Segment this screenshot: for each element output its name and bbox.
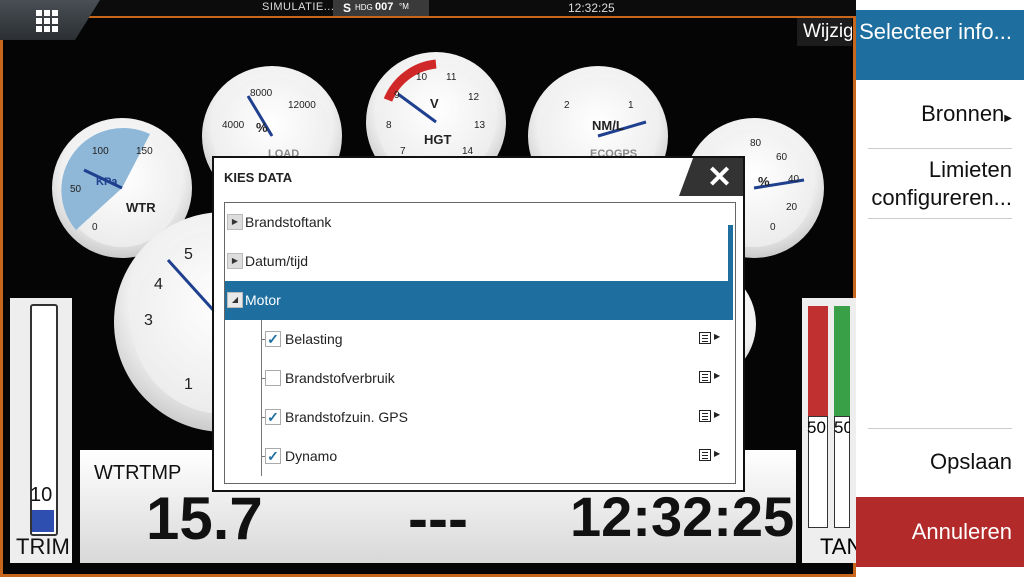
gauge-tick: 5 [184,246,193,263]
gauge-tick: 12000 [288,100,316,111]
gauge-unit: KPa [96,176,118,188]
trim-label: TRIM [16,534,70,559]
chevron-right-icon: ▶ [1004,113,1012,124]
checkbox-unchecked[interactable] [265,370,281,386]
heading-prefix: S [343,1,352,15]
config-icon[interactable] [699,332,711,344]
trim-value: 10 [30,484,53,506]
gauge-label: HGT [424,132,452,147]
gauge-tick: 13 [474,120,486,131]
list-item[interactable]: ▶ Datum/tijd [225,242,733,281]
gauge-tick: 50 [70,184,82,195]
gauge-tick: 100 [92,146,109,157]
expand-icon[interactable]: ▶ [227,214,243,230]
heading-value: 007 [375,1,394,13]
list-item[interactable]: ▶ Brandstoftank [225,203,733,242]
select-data-dialog: KIES DATA ✕ ▶ Brandstoftank ▶ Datum/tijd… [212,156,745,492]
config-icon[interactable] [699,449,711,461]
list-item-label: Datum/tijd [245,253,309,269]
gauge-tick: 80 [750,138,762,149]
config-icon[interactable] [699,371,711,383]
close-icon: ✕ [707,161,733,194]
list-item-label: Brandstoftank [245,214,332,230]
simulation-label: SIMULATIE... [262,1,335,13]
list-item-label: Brandstofzuin. GPS [285,409,408,425]
menu-item-label: Bronnen [921,101,1005,126]
chevron-right-icon: ▶ [714,449,721,458]
tank-value: 50 [807,418,826,437]
dashboard-screen: SIMULATIE... S HDG 007 °M 12:32:25 Wijzi… [0,0,1024,577]
gauge-tick: 150 [136,146,153,157]
close-button[interactable]: ✕ [679,158,743,196]
list-item[interactable]: ✓ Brandstofzuin. GPS ▶ [225,398,733,437]
divider [868,218,1012,219]
grid-icon [36,10,58,32]
tank-bar-green [834,306,850,416]
gauge-tick: 1 [184,376,193,393]
gauge-tick: 8000 [250,88,273,99]
gauge-tick: 60 [776,152,788,163]
gauge-tick: 4000 [222,120,245,131]
list-item-selected[interactable]: ◢ Motor [225,281,733,320]
checkbox-checked[interactable]: ✓ [265,331,281,347]
gauge-tick: 3 [144,312,153,329]
menu-configure-limits[interactable]: Limieten configureren... [868,156,1012,212]
gauge-unit: NM/L [592,118,624,133]
trim-level [32,510,54,532]
gauge-tick: 0 [770,222,776,233]
cancel-button[interactable]: Annuleren [856,497,1024,567]
gauge-tick: 8 [386,120,392,131]
list-item-label: Dynamo [285,448,338,464]
collapse-icon[interactable]: ◢ [227,292,243,308]
gauge-unit: % [758,174,770,189]
expand-icon[interactable]: ▶ [227,253,243,269]
menu-sources[interactable]: Bronnen▶ [868,100,1012,133]
checkbox-checked[interactable]: ✓ [265,448,281,464]
gauge-tick: 10 [416,72,428,83]
time-value: 12:32:25 [570,485,795,548]
clock-display: 12:32:25 [568,1,615,15]
gauge-tick: 1 [628,100,634,111]
gauge-tick: 9 [394,90,400,101]
chevron-right-icon: ▶ [714,332,721,341]
checkbox-checked[interactable]: ✓ [265,409,281,425]
tank-value: 50 [834,418,850,437]
chevron-right-icon: ▶ [714,371,721,380]
list-item-label: Brandstofverbruik [285,370,395,386]
list-item-label: Motor [245,292,281,308]
heading-label: HDG [355,3,373,12]
gauge-tick: 4 [154,276,163,293]
scrollbar[interactable] [728,225,733,315]
dialog-title: KIES DATA [224,170,293,185]
divider [868,148,1012,149]
gauge-tick: 40 [788,174,800,185]
trim-indicator[interactable]: 10 TRIM [10,298,72,563]
gauge-unit: V [430,96,439,111]
gauge-tick: 2 [564,100,570,111]
empty-value: --- [408,485,468,552]
divider [868,428,1012,429]
gauge-tick: 12 [468,92,480,103]
tank-bar-red [808,306,828,416]
list-item[interactable]: ✓ Dynamo ▶ [225,437,733,476]
list-item[interactable]: Brandstofverbruik ▶ [225,359,733,398]
config-icon[interactable] [699,410,711,422]
heading-unit: °M [399,2,409,11]
side-menu: Selecteer info... Bronnen▶ Limieten conf… [856,0,1024,577]
list-item[interactable]: ✓ Belasting ▶ [225,320,733,359]
gauge-tick: 0 [92,222,98,233]
heading-readout: S HDG 007 °M [333,0,429,16]
chevron-right-icon: ▶ [714,410,721,419]
list-item-label: Belasting [285,331,343,347]
menu-select-info[interactable]: Selecteer info... [856,10,1024,80]
data-list[interactable]: ▶ Brandstoftank ▶ Datum/tijd ◢ Motor ✓ B… [224,202,736,484]
gauge-unit: % [256,120,268,135]
tank-bars[interactable]: 50 50 TAN [802,298,862,563]
save-button[interactable]: Opslaan [868,448,1012,476]
gauge-tick: 20 [786,202,798,213]
gauge-tick: 11 [446,72,457,83]
data-bar-label: WTRTMP [94,462,182,484]
edit-button[interactable]: Wijzig [797,18,852,46]
water-temp-value: 15.7 [146,485,263,552]
